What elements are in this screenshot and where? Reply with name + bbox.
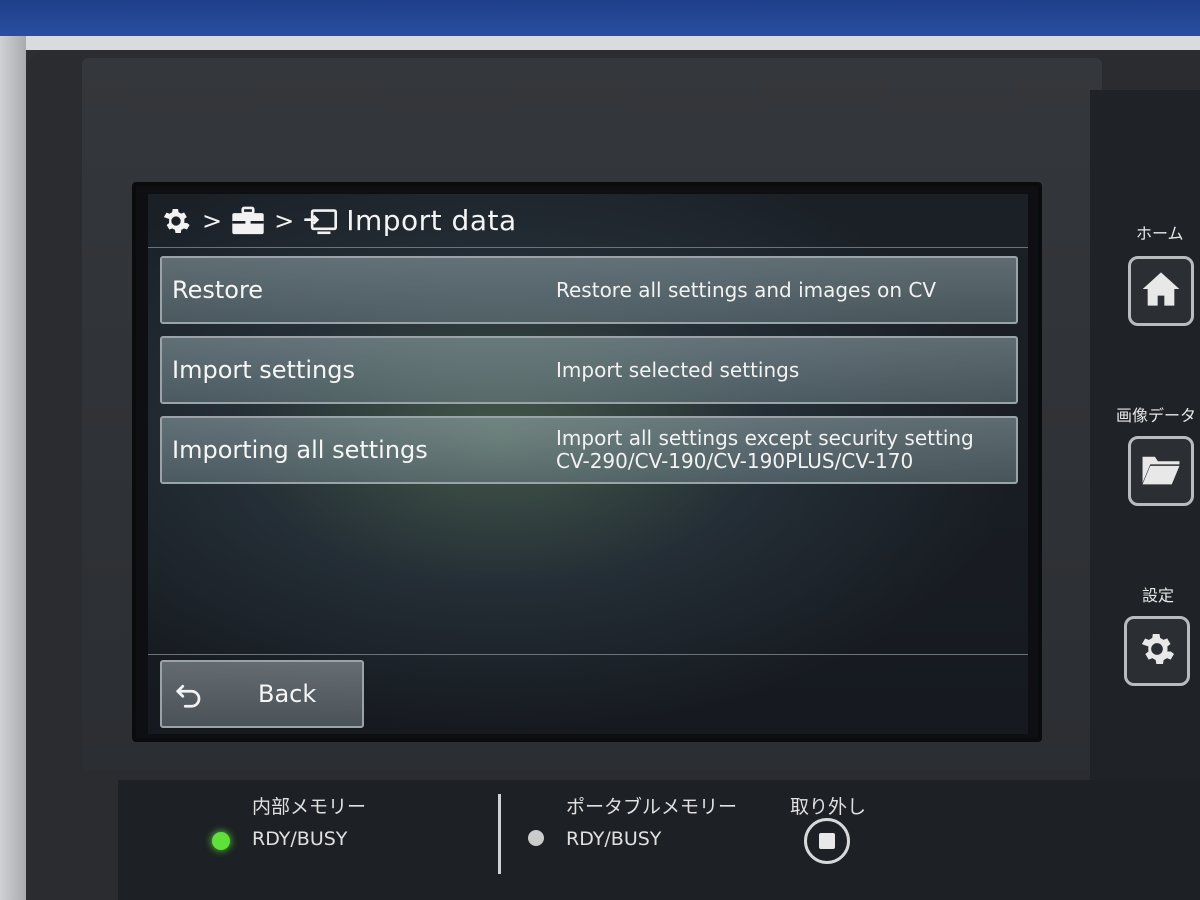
home-label: ホーム (1136, 224, 1184, 243)
top-strip (0, 36, 1200, 50)
stop-icon (819, 833, 835, 849)
folder-icon (1141, 452, 1181, 490)
settings-button[interactable] (1124, 616, 1190, 686)
toolbox-icon[interactable] (230, 203, 266, 239)
import-icon (302, 203, 338, 239)
portable-memory-led (528, 830, 544, 846)
portable-memory-label: ポータブルメモリー (566, 796, 738, 818)
touch-screen: > > Import data Restore Restore all sett… (132, 182, 1042, 742)
menu-item-import-settings[interactable]: Import settings Import selected settings (160, 336, 1018, 404)
gear-icon[interactable] (158, 203, 194, 239)
display-area: > > Import data Restore Restore all sett… (148, 194, 1028, 734)
return-arrow-icon (174, 680, 204, 710)
breadcrumb-separator: > (274, 206, 295, 235)
menu-item-label: Importing all settings (172, 436, 428, 464)
internal-memory-led (212, 832, 230, 850)
import-menu: Restore Restore all settings and images … (160, 256, 1018, 496)
gear-icon (1137, 629, 1177, 673)
menu-item-importing-all-settings[interactable]: Importing all settings Import all settin… (160, 416, 1018, 484)
eject-label: 取り外し (790, 796, 867, 818)
description-line: Import all settings except security sett… (556, 426, 974, 450)
menu-item-restore[interactable]: Restore Restore all settings and images … (160, 256, 1018, 324)
back-label: Back (258, 680, 317, 708)
description-line: Import selected settings (556, 357, 800, 382)
description-line: CV-290/CV-190/CV-190PLUS/CV-170 (556, 449, 914, 473)
image-data-label: 画像データ (1116, 406, 1197, 425)
home-button[interactable] (1128, 256, 1194, 326)
home-icon (1141, 270, 1181, 312)
back-button[interactable]: Back (160, 660, 364, 728)
menu-item-description: Restore all settings and images on CV (556, 277, 937, 302)
menu-item-description: Import selected settings (556, 357, 800, 382)
status-divider (498, 794, 501, 874)
left-strip (0, 36, 26, 900)
internal-memory-label: 内部メモリー (252, 796, 367, 818)
internal-memory-status: RDY/BUSY (252, 828, 348, 850)
menu-item-label: Restore (172, 276, 264, 304)
description-line: Restore all settings and images on CV (556, 277, 937, 302)
menu-item-description: Import all settings except security sett… (556, 427, 974, 473)
image-data-button[interactable] (1128, 436, 1194, 506)
device-frame: > > Import data Restore Restore all sett… (0, 0, 1200, 900)
top-band (0, 0, 1200, 36)
portable-memory-status: RDY/BUSY (566, 828, 662, 850)
eject-button[interactable] (804, 818, 850, 864)
page-title: Import data (346, 204, 517, 237)
settings-label: 設定 (1142, 586, 1175, 605)
menu-item-label: Import settings (172, 356, 355, 384)
footer-divider (148, 654, 1028, 655)
title-bar: > > Import data (148, 194, 1028, 248)
breadcrumb-separator: > (202, 206, 223, 235)
